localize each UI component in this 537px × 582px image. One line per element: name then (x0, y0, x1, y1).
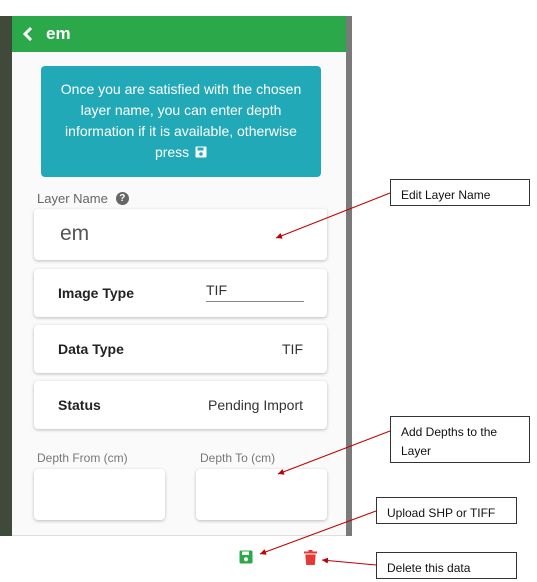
arrow-add-depths (277, 430, 391, 475)
arrow-delete (321, 557, 377, 566)
arrow-upload (259, 510, 377, 555)
arrow-edit-layer (275, 192, 391, 239)
annotation-arrows (259, 192, 391, 566)
